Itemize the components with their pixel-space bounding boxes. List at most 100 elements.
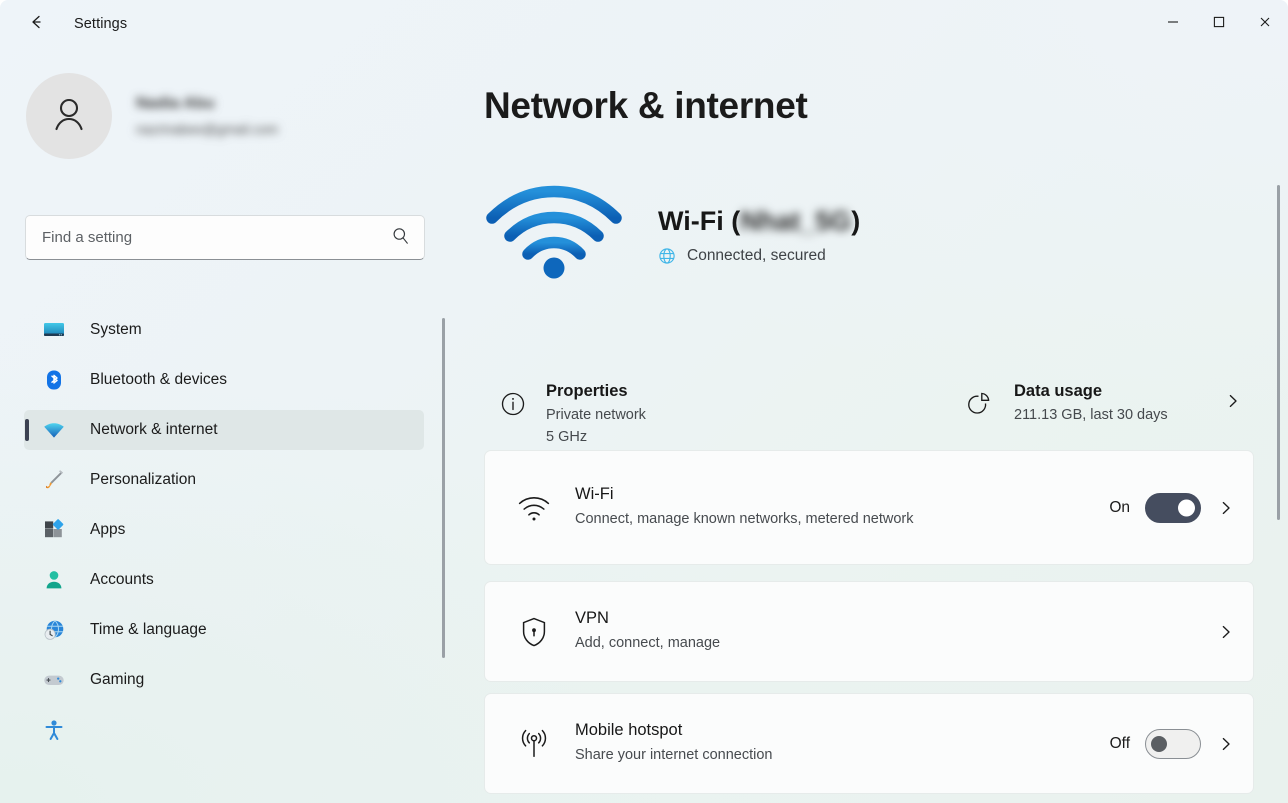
hotspot-toggle-knob <box>1151 735 1167 752</box>
connection-status: Connected, secured <box>658 247 860 265</box>
shield-lock-icon <box>511 616 557 648</box>
properties-network-type: Private network <box>546 407 646 423</box>
card-wifi-desc: Connect, manage known networks, metered … <box>575 511 914 528</box>
sidebar-item-gaming[interactable]: Gaming <box>24 660 424 700</box>
network-hero: Wi-Fi (Nhat_5G) Connected, secured <box>484 176 1254 287</box>
wifi-icon <box>511 494 557 522</box>
wifi-title-prefix: Wi-Fi ( <box>658 206 741 236</box>
sidebar-item-next-partial[interactable] <box>24 710 424 750</box>
minimize-icon <box>1166 15 1180 34</box>
wifi-toggle-label: On <box>1109 498 1130 516</box>
search-container <box>25 215 425 260</box>
sidebar-item-label: System <box>90 321 142 338</box>
sidebar-scrollbar-thumb[interactable] <box>442 318 445 658</box>
network-icon <box>40 418 68 442</box>
globe-icon <box>658 247 676 265</box>
pie-chart-icon <box>960 382 1002 420</box>
sidebar-scrollbar[interactable] <box>441 48 447 803</box>
sidebar-item-label: Bluetooth & devices <box>90 371 228 388</box>
wifi-toggle-knob <box>1178 499 1195 516</box>
card-wifi-title: Wi-Fi <box>575 485 614 504</box>
hotspot-toggle-label: Off <box>1109 734 1130 752</box>
minimize-button[interactable] <box>1150 0 1196 48</box>
sidebar-nav: System Bluetooth & devices Network & int… <box>0 300 448 803</box>
account-name: Nadia Abu <box>136 95 215 112</box>
account-block[interactable]: Nadia Abu nazrinabee@gmail.com <box>0 48 448 159</box>
accounts-icon <box>40 568 68 592</box>
sidebar-item-apps[interactable]: Apps <box>24 510 424 550</box>
properties-title: Properties <box>546 382 628 400</box>
card-mobile-hotspot-text: Mobile hotspot Share your internet conne… <box>575 721 1110 766</box>
title-bar: Settings <box>0 0 1288 48</box>
sidebar-item-label: Gaming <box>90 671 145 688</box>
sidebar-item-label: Personalization <box>90 471 196 488</box>
sidebar-item-system[interactable]: System <box>24 310 424 350</box>
wifi-toggle[interactable] <box>1145 492 1201 523</box>
data-usage-cell[interactable]: Data usage 211.13 GB, last 30 days <box>954 374 1254 462</box>
sidebar: Nadia Abu nazrinabee@gmail.com Find a se… <box>0 48 448 803</box>
card-vpn-title: VPN <box>575 609 609 628</box>
sidebar-item-time-language[interactable]: Time & language <box>24 610 424 650</box>
card-mobile-hotspot-desc: Share your internet connection <box>575 747 773 764</box>
sidebar-item-label: Network & internet <box>90 421 218 438</box>
sidebar-item-label: Time & language <box>90 621 207 638</box>
card-vpn-controls <box>1201 623 1235 641</box>
system-icon <box>40 318 68 342</box>
connection-status-label: Connected, secured <box>687 247 826 264</box>
main-scrollbar-thumb[interactable] <box>1277 185 1280 520</box>
back-button[interactable] <box>16 8 56 40</box>
account-email: nazrinabee@gmail.com <box>136 122 279 137</box>
chevron-right-icon[interactable] <box>1217 623 1235 641</box>
window-title: Settings <box>74 16 128 32</box>
card-vpn[interactable]: VPN Add, connect, manage <box>484 581 1254 682</box>
settings-window: Settings Nadia Abu nazrinabee@gmail.com … <box>0 0 1288 803</box>
hotspot-toggle[interactable] <box>1145 728 1201 759</box>
sidebar-item-network-internet[interactable]: Network & internet <box>24 410 424 450</box>
card-mobile-hotspot[interactable]: Mobile hotspot Share your internet conne… <box>484 693 1254 794</box>
properties-cell[interactable]: Properties Private network 5 GHz <box>484 374 954 462</box>
info-icon <box>492 382 534 418</box>
bluetooth-icon <box>40 368 68 392</box>
wifi-title-suffix: ) <box>851 206 861 236</box>
card-wifi[interactable]: Wi-Fi Connect, manage known networks, me… <box>484 450 1254 565</box>
card-mobile-hotspot-controls: Off <box>1109 728 1235 759</box>
sidebar-item-label: Accounts <box>90 571 154 588</box>
close-icon <box>1258 15 1272 34</box>
chevron-right-icon[interactable] <box>1217 735 1235 753</box>
data-usage-amount: 211.13 GB, last 30 days <box>1014 407 1168 423</box>
paintbrush-icon <box>40 468 68 492</box>
clock-globe-icon <box>40 618 68 642</box>
properties-text: Properties Private network 5 GHz <box>546 382 646 445</box>
selection-indicator <box>25 419 29 441</box>
card-vpn-desc: Add, connect, manage <box>575 635 721 652</box>
wifi-signal-icon <box>484 176 624 287</box>
gamepad-icon <box>40 668 68 692</box>
sidebar-item-bluetooth-devices[interactable]: Bluetooth & devices <box>24 360 424 400</box>
data-usage-title: Data usage <box>1014 382 1103 400</box>
search-icon[interactable] <box>391 226 410 250</box>
window-caption-buttons <box>1150 0 1288 48</box>
properties-band: 5 GHz <box>546 429 588 445</box>
account-text: Nadia Abu nazrinabee@gmail.com <box>136 95 278 137</box>
search-input[interactable] <box>42 229 391 246</box>
network-hero-text: Wi-Fi (Nhat_5G) Connected, secured <box>658 176 860 265</box>
wifi-ssid: Nhat_5G <box>740 206 852 236</box>
maximize-button[interactable] <box>1196 0 1242 48</box>
card-wifi-text: Wi-Fi Connect, manage known networks, me… <box>575 485 1109 530</box>
wifi-network-title: Wi-Fi (Nhat_5G) <box>658 206 860 237</box>
hotspot-icon <box>511 728 557 760</box>
sidebar-item-personalization[interactable]: Personalization <box>24 460 424 500</box>
arrow-left-icon <box>25 11 47 38</box>
properties-data-usage-row: Properties Private network 5 GHz Data us… <box>484 374 1254 462</box>
search-box[interactable] <box>25 215 425 260</box>
card-wifi-controls: On <box>1109 492 1235 523</box>
chevron-right-icon[interactable] <box>1224 392 1242 415</box>
page-title: Network & internet <box>484 85 808 126</box>
avatar[interactable] <box>26 73 112 159</box>
maximize-icon <box>1212 15 1226 34</box>
sidebar-item-accounts[interactable]: Accounts <box>24 560 424 600</box>
chevron-right-icon[interactable] <box>1217 499 1235 517</box>
apps-icon <box>40 518 68 542</box>
close-button[interactable] <box>1242 0 1288 48</box>
person-icon <box>46 91 92 142</box>
